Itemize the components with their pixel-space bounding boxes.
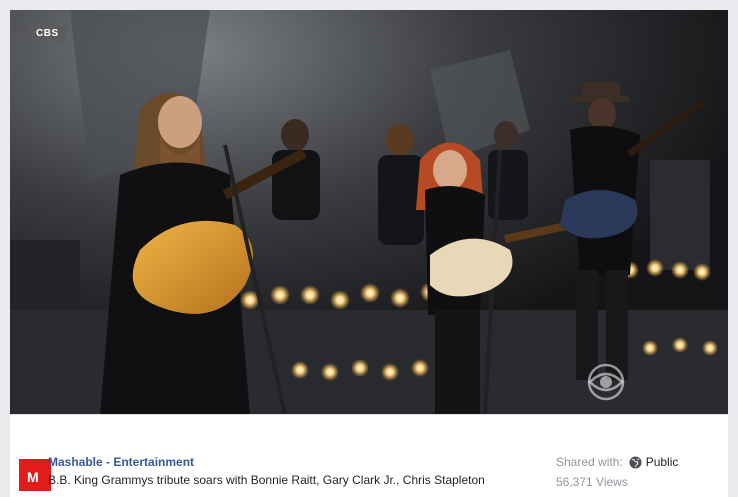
video-post-card: CBS M Mashable - Entertainment B.B. King…	[10, 10, 728, 497]
page-name-link[interactable]: Mashable - Entertainment	[48, 455, 194, 469]
video-title: B.B. King Grammys tribute soars with Bon…	[48, 473, 485, 487]
shared-with: Shared with: Public	[556, 455, 678, 469]
privacy-setting[interactable]: Public	[646, 455, 679, 469]
video-player[interactable]: CBS	[10, 10, 728, 414]
view-count: 56,371 Views	[556, 475, 628, 489]
cbs-eye-icon	[587, 363, 625, 401]
page-logo-letter: M	[27, 469, 39, 485]
post-footer: M Mashable - Entertainment B.B. King Gra…	[10, 414, 728, 497]
page-logo[interactable]: M	[19, 459, 51, 491]
globe-icon	[629, 455, 642, 469]
shared-with-label: Shared with:	[556, 455, 623, 469]
video-frame	[10, 10, 728, 414]
network-tag: CBS	[30, 26, 65, 41]
